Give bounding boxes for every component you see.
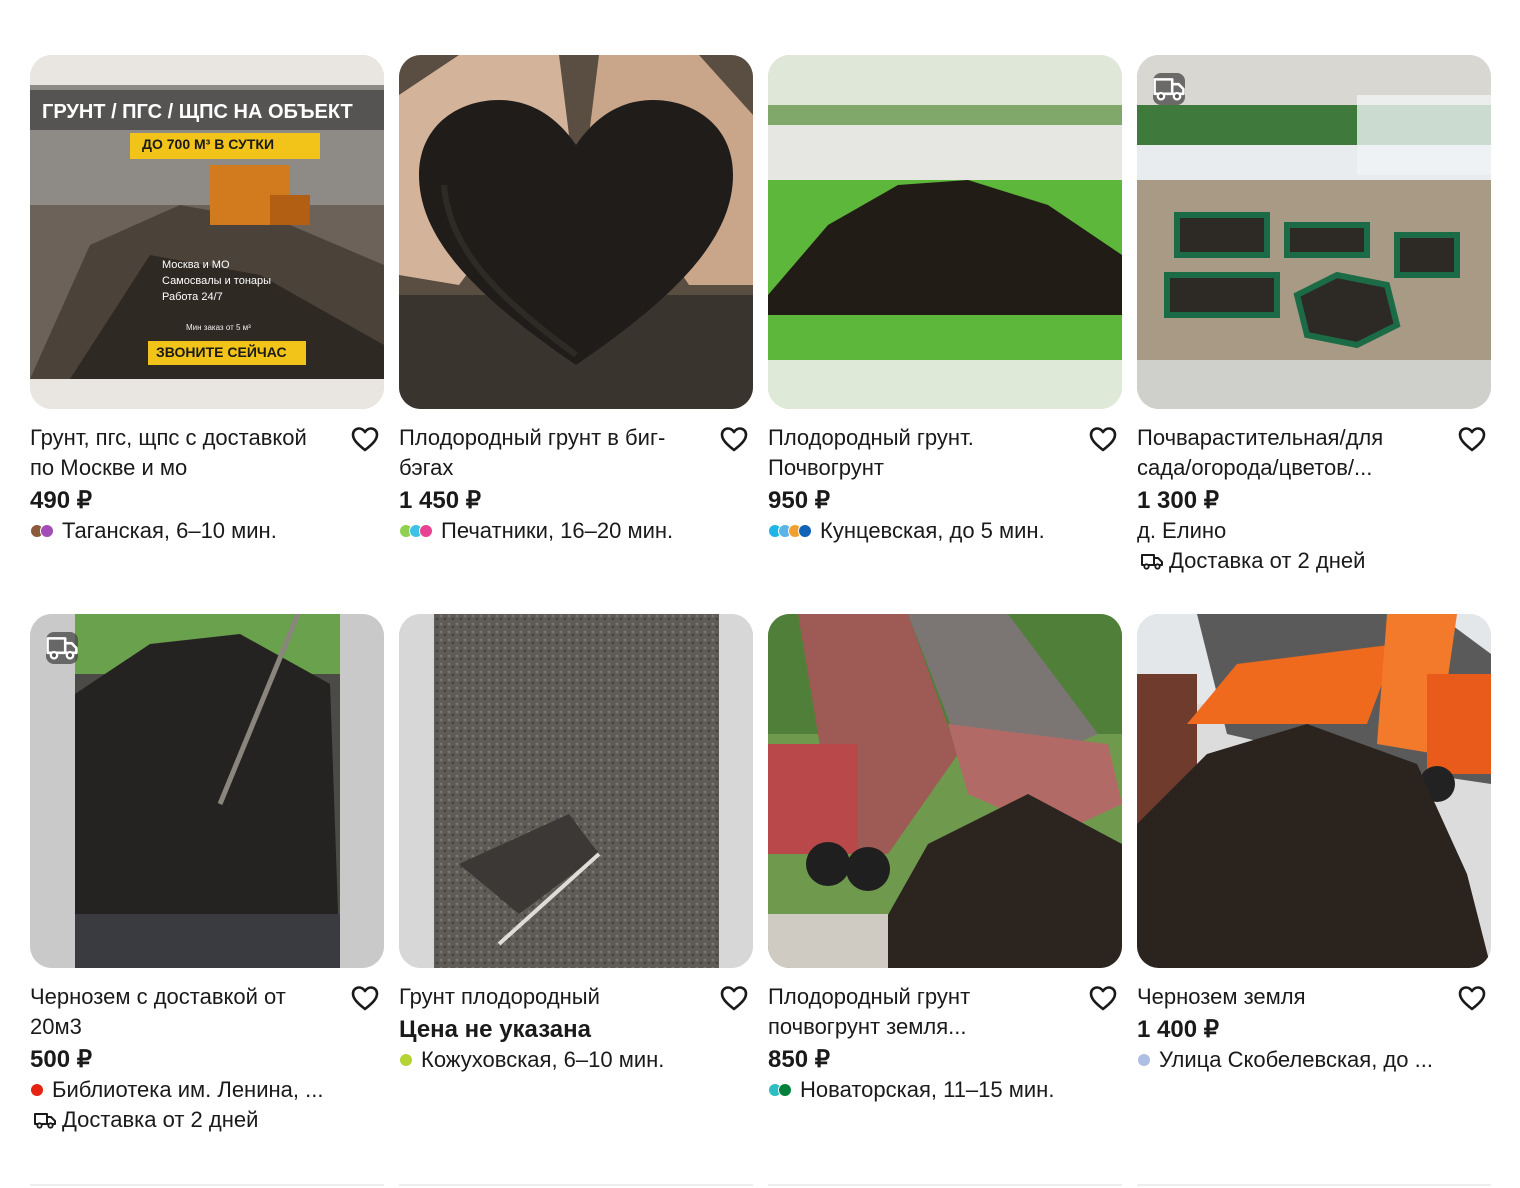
location-text: Кунцевская, до 5 мин. [820,518,1045,543]
listings-grid: ГРУНТ / ПГС / ЩПС НА ОБЪЕКТ ДО 700 М³ В … [30,55,1491,1173]
location-text: д. Елино [1137,518,1227,543]
location-text: Новаторская, 11–15 мин. [800,1077,1055,1102]
listing-location: Библиотека им. Ленина, ... [30,1075,384,1105]
metro-line-dots [30,524,54,538]
listing-location: Новаторская, 11–15 мин. [768,1075,1122,1105]
listing-title[interactable]: Чернозем с доставкой от 20м3 [30,982,336,1042]
location-text: Печатники, 16–20 мин. [441,518,674,543]
metro-line-dots [399,1053,413,1067]
listing-location: Улица Скобелевская, до ... [1137,1045,1491,1075]
poster-badge: ДО 700 М³ В СУТКИ [142,136,275,152]
listing-price: 1 300 ₽ [1137,487,1219,514]
favorite-heart-icon[interactable] [350,425,380,453]
listing-card[interactable]: Почварастительная/для сада/огорода/цвето… [1137,55,1491,614]
delivery-text: Доставка от 2 дней [62,1107,259,1132]
poster-cta: ЗВОНИТЕ СЕЙЧАС [156,344,287,360]
next-row-edge [30,1184,384,1186]
listing-photo[interactable] [30,614,384,968]
listing-card[interactable]: Плодородный грунт почвогрунт земля... 85… [768,614,1122,1173]
listing-card[interactable]: Чернозем с доставкой от 20м3 500 ₽ Библи… [30,614,384,1173]
delivery-truck-icon [1141,554,1163,570]
listing-price: Цена не указана [399,1016,591,1043]
listing-price: 1 450 ₽ [399,487,481,514]
listing-location: Кунцевская, до 5 мин. [768,516,1122,546]
poster-bullets: Москва и МО Самосвалы и тонары Работа 24… [162,257,271,305]
listing-delivery: Доставка от 2 дней [30,1105,384,1135]
listing-photo[interactable]: ГРУНТ / ПГС / ЩПС НА ОБЪЕКТ ДО 700 М³ В … [30,55,384,409]
listing-photo[interactable] [768,55,1122,409]
location-text: Улица Скобелевская, до ... [1159,1047,1433,1072]
listing-photo[interactable] [399,55,753,409]
metro-line-dots [399,524,433,538]
metro-line-dots [768,524,812,538]
next-row-edge [1137,1184,1491,1186]
favorite-heart-icon[interactable] [719,425,749,453]
listing-title[interactable]: Плодородный грунт почвогрунт земля... [768,982,1074,1042]
listing-price: 950 ₽ [768,487,830,514]
listing-location: Печатники, 16–20 мин. [399,516,753,546]
listing-card[interactable]: Грунт плодородный Цена не указана Кожухо… [399,614,753,1173]
location-text: Кожуховская, 6–10 мин. [421,1047,665,1072]
favorite-heart-icon[interactable] [1457,425,1487,453]
listing-price: 850 ₽ [768,1046,830,1073]
favorite-heart-icon[interactable] [1457,984,1487,1012]
location-text: Библиотека им. Ленина, ... [52,1077,324,1102]
listing-photo[interactable] [1137,614,1491,968]
listing-location: д. Елино [1137,516,1491,546]
listing-photo[interactable] [768,614,1122,968]
listing-card[interactable]: Плодородный грунт в биг-бэгах 1 450 ₽ Пе… [399,55,753,614]
delivery-text: Доставка от 2 дней [1169,548,1366,573]
listing-location: Таганская, 6–10 мин. [30,516,384,546]
metro-line-dots [768,1083,792,1097]
poster-bullet: Работа 24/7 [162,291,223,303]
listing-card[interactable]: ГРУНТ / ПГС / ЩПС НА ОБЪЕКТ ДО 700 М³ В … [30,55,384,614]
favorite-heart-icon[interactable] [719,984,749,1012]
listing-card[interactable]: Чернозем земля 1 400 ₽ Улица Скобелевска… [1137,614,1491,1173]
metro-line-dots [30,1083,44,1097]
listing-title[interactable]: Почварастительная/для сада/огорода/цвето… [1137,423,1443,483]
poster-headline: ГРУНТ / ПГС / ЩПС НА ОБЪЕКТ [42,101,353,123]
poster-bullet: Москва и МО [162,259,230,271]
listing-photo[interactable] [1137,55,1491,409]
listing-title[interactable]: Плодородный грунт. Почвогрунт [768,423,1074,483]
delivery-truck-icon [46,632,78,664]
listing-title[interactable]: Плодородный грунт в биг-бэгах [399,423,705,483]
delivery-truck-icon [1153,73,1185,105]
delivery-truck-icon [34,1113,56,1129]
next-row-edge [399,1184,753,1186]
listing-title[interactable]: Грунт, пгс, щпс с доставкой по Москве и … [30,423,336,483]
listing-title[interactable]: Чернозем земля [1137,982,1443,1012]
next-row-edge [768,1184,1122,1186]
listing-price: 490 ₽ [30,487,92,514]
poster-bullet: Самосвалы и тонары [162,275,272,287]
location-text: Таганская, 6–10 мин. [62,518,277,543]
poster-min-order: Мин заказ от 5 м³ [186,323,251,332]
listing-delivery: Доставка от 2 дней [1137,546,1491,576]
metro-line-dots [1137,1053,1151,1067]
favorite-heart-icon[interactable] [350,984,380,1012]
listing-location: Кожуховская, 6–10 мин. [399,1045,753,1075]
listing-price: 500 ₽ [30,1046,92,1073]
listing-title[interactable]: Грунт плодородный [399,982,705,1012]
listing-photo[interactable] [399,614,753,968]
favorite-heart-icon[interactable] [1088,425,1118,453]
listing-price: 1 400 ₽ [1137,1016,1219,1043]
favorite-heart-icon[interactable] [1088,984,1118,1012]
listing-card[interactable]: Плодородный грунт. Почвогрунт 950 ₽ Кунц… [768,55,1122,614]
